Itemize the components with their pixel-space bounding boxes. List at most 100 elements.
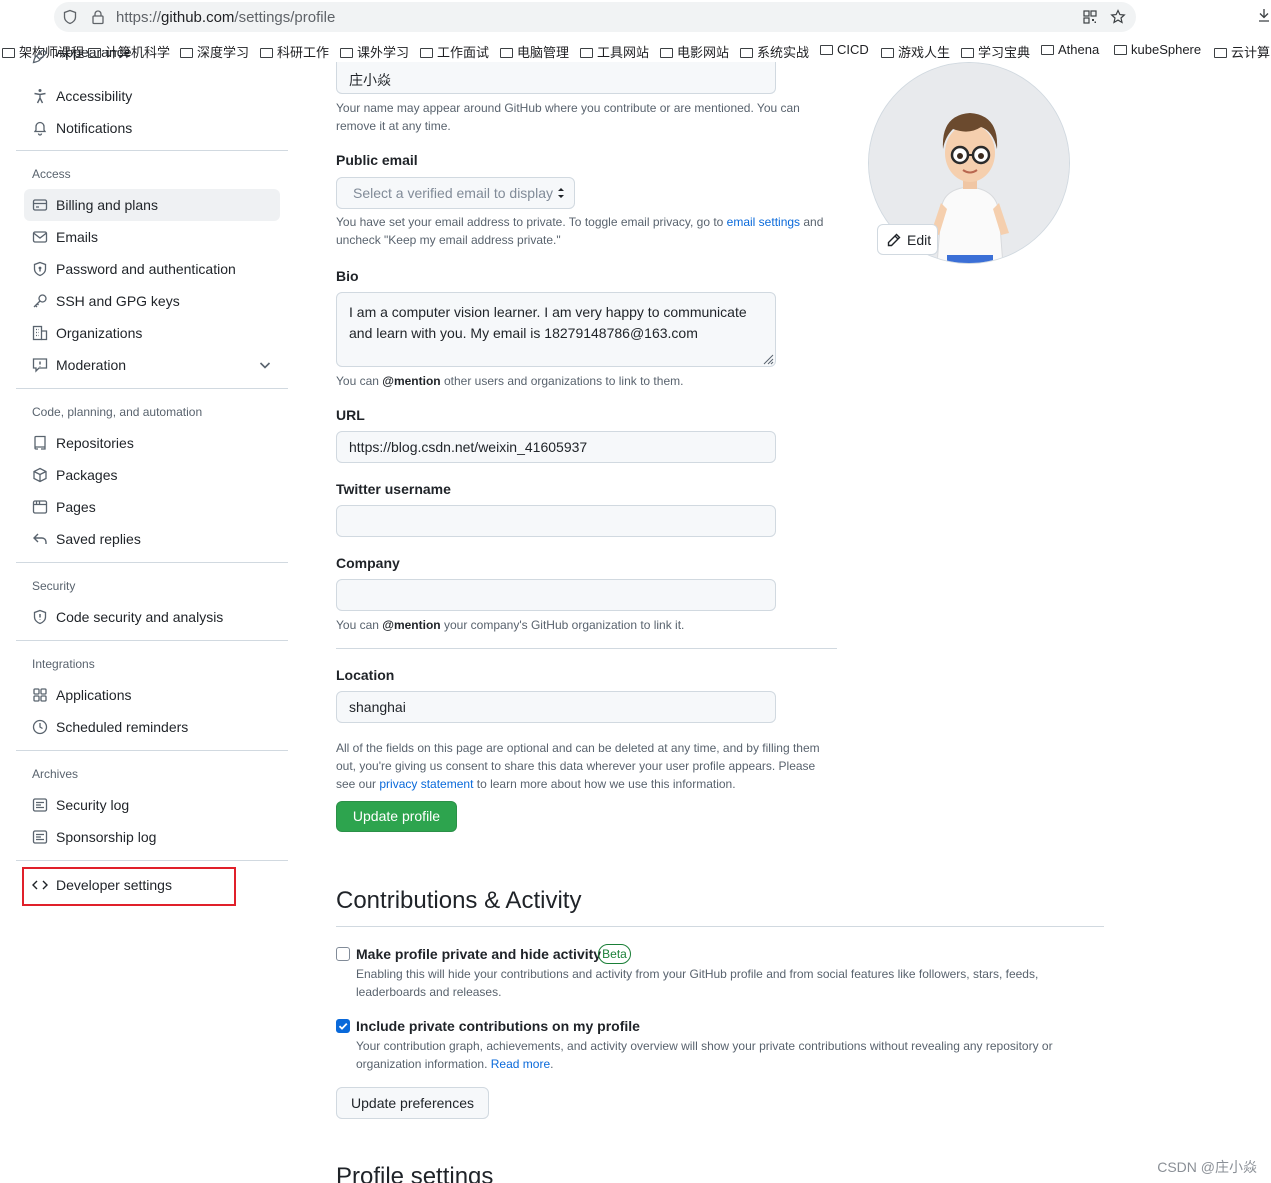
sidebar-item-password[interactable]: Password and authentication [24, 253, 280, 285]
update-preferences-button[interactable]: Update preferences [336, 1087, 489, 1119]
sidebar-divider [16, 388, 288, 389]
browser-icon [32, 500, 48, 514]
sidebar-item-emails[interactable]: Emails [24, 221, 280, 253]
profile-settings-heading: Profile settings [336, 1163, 494, 1183]
bookmark-folder[interactable]: 云计算 [1214, 42, 1270, 61]
company-input[interactable] [336, 579, 776, 611]
sidebar-item-organizations[interactable]: Organizations [24, 317, 280, 349]
organization-icon [32, 325, 48, 341]
url-input[interactable]: https://blog.csdn.net/weixin_41605937 [336, 431, 776, 463]
folder-icon [740, 48, 753, 58]
accessibility-icon [34, 89, 46, 104]
public-email-select[interactable]: Select a verified email to display [336, 177, 575, 209]
mail-icon [32, 231, 48, 243]
chevron-down-icon[interactable] [258, 358, 272, 372]
bio-textarea[interactable]: I am a computer vision learner. I am ver… [336, 292, 776, 367]
include-private-contributions-checkbox[interactable] [336, 1019, 350, 1033]
folder-icon [340, 48, 353, 58]
folder-icon [1114, 45, 1127, 55]
credit-card-icon [32, 199, 48, 211]
sidebar-item-moderation[interactable]: Moderation [24, 349, 280, 381]
email-settings-link[interactable]: email settings [727, 215, 800, 229]
private-profile-label[interactable]: Make profile private and hide activity [356, 946, 601, 962]
log-icon [32, 830, 48, 844]
public-email-label: Public email [336, 152, 418, 168]
bookmark-folder[interactable]: 游戏人生 [881, 42, 950, 61]
bookmark-folder[interactable]: 电脑管理 [500, 42, 569, 61]
sidebar-heading-archives: Archives [32, 767, 79, 781]
sidebar-heading-code: Code, planning, and automation [32, 405, 203, 419]
sidebar-item-ssh-gpg[interactable]: SSH and GPG keys [24, 285, 280, 317]
location-input[interactable]: shanghai [336, 691, 776, 723]
bookmark-folder[interactable]: 工具网站 [580, 42, 649, 61]
sidebar-item-billing[interactable]: Billing and plans [24, 189, 280, 221]
shield-icon [33, 609, 47, 625]
shield-lock-icon [33, 261, 47, 277]
bookmark-folder[interactable]: 电影网站 [660, 42, 729, 61]
name-input[interactable]: 庄小焱 [336, 62, 776, 94]
bio-label: Bio [336, 268, 359, 284]
sidebar-item-pages[interactable]: Pages [24, 491, 280, 523]
folder-icon [1041, 45, 1054, 55]
twitter-label: Twitter username [336, 481, 451, 497]
folder-icon [820, 45, 833, 55]
folder-icon [500, 48, 513, 58]
sidebar-item-code-security[interactable]: Code security and analysis [24, 601, 280, 633]
sidebar-divider [16, 150, 288, 151]
private-profile-description: Enabling this will hide your contributio… [356, 967, 1039, 999]
twitter-input[interactable] [336, 505, 776, 537]
bookmark-folder[interactable]: 系统实战 [740, 42, 809, 61]
update-profile-button[interactable]: Update profile [336, 801, 457, 832]
resize-grip-icon[interactable] [760, 351, 774, 365]
sidebar-item-scheduled-reminders[interactable]: Scheduled reminders [24, 711, 280, 743]
folder-icon [961, 48, 974, 58]
beta-badge: Beta [598, 944, 631, 964]
bookmark-folder[interactable]: Athena [1041, 42, 1099, 57]
bookmark-folder[interactable]: kubeSphere [1114, 42, 1201, 57]
sidebar-item-repositories[interactable]: Repositories [24, 427, 280, 459]
address-bar[interactable]: https://github.com/settings/profile [54, 2, 1136, 32]
bookmark-folder[interactable]: CICD [820, 42, 869, 57]
sidebar-item-appearance[interactable]: Appearance [24, 50, 280, 64]
read-more-link[interactable]: Read more [491, 1057, 550, 1071]
name-note: Your name may appear around GitHub where… [336, 101, 800, 133]
sidebar-item-notifications[interactable]: Notifications [24, 112, 280, 144]
sidebar-item-packages[interactable]: Packages [24, 459, 280, 491]
sidebar-item-accessibility[interactable]: Accessibility [24, 80, 280, 112]
site-info-icon[interactable] [62, 9, 78, 25]
company-note: You can @mention your company's GitHub o… [336, 618, 685, 632]
reply-icon [33, 533, 47, 544]
sidebar-item-saved-replies[interactable]: Saved replies [24, 523, 280, 555]
bookmark-folder[interactable]: 课外学习 [340, 42, 409, 61]
report-icon [32, 358, 48, 373]
log-icon [32, 798, 48, 812]
private-profile-checkbox[interactable] [336, 947, 350, 961]
company-label: Company [336, 555, 400, 571]
sidebar-item-applications[interactable]: Applications [24, 679, 280, 711]
checkmark-icon [338, 1022, 348, 1030]
sidebar-item-security-log[interactable]: Security log [24, 789, 280, 821]
sidebar-heading-integrations: Integrations [32, 657, 95, 671]
sidebar-item-sponsorship-log[interactable]: Sponsorship log [24, 821, 280, 853]
include-private-contributions-label[interactable]: Include private contributions on my prof… [356, 1018, 640, 1034]
sidebar-heading-access: Access [32, 167, 71, 181]
bookmark-folder[interactable]: 学习宝典 [961, 42, 1030, 61]
folder-icon [881, 48, 894, 58]
avatar-edit-button[interactable]: Edit [877, 224, 938, 255]
folder-icon [660, 48, 673, 58]
qr-code-icon[interactable] [1082, 9, 1098, 25]
folder-icon [580, 48, 593, 58]
privacy-statement-link[interactable]: privacy statement [379, 777, 473, 791]
package-icon [33, 467, 47, 483]
folder-icon [2, 48, 15, 58]
consent-note: All of the fields on this page are optio… [336, 741, 820, 791]
url-text[interactable]: https://github.com/settings/profile [116, 9, 335, 26]
download-icon[interactable] [1258, 8, 1270, 22]
star-bookmark-icon[interactable] [1110, 9, 1126, 25]
page: https://github.com/settings/profile 架构师课… [0, 0, 1271, 1183]
bookmark-folder[interactable]: 工作面试 [420, 42, 489, 61]
sidebar-divider [16, 640, 288, 641]
sidebar-heading-security: Security [32, 579, 76, 593]
location-label: Location [336, 667, 395, 683]
sidebar-divider [16, 562, 288, 563]
